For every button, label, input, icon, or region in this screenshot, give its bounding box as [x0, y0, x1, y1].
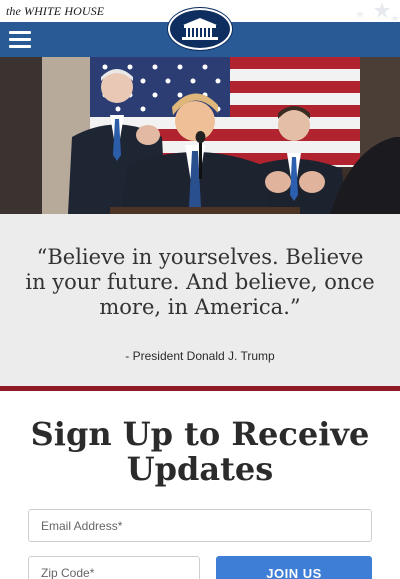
email-field[interactable]	[28, 509, 372, 542]
quote-text: “Believe in yourselves. Believe in your …	[25, 245, 375, 319]
stars-decoration-icon	[356, 2, 399, 22]
quote-section: “Believe in yourselves. Believe in your …	[0, 214, 400, 386]
zip-code-field[interactable]	[28, 556, 200, 579]
hero-photo	[0, 57, 400, 214]
quote-attribution: - President Donald J. Trump	[125, 349, 275, 363]
white-house-seal-icon[interactable]	[168, 8, 232, 50]
hamburger-menu-icon[interactable]	[9, 28, 31, 50]
signup-title: Sign Up to Receive Updates	[30, 415, 370, 488]
president-at-podium-image	[0, 57, 400, 214]
site-wordmark[interactable]: the WHITE HOUSE	[6, 4, 104, 19]
white-house-building-icon	[182, 18, 218, 40]
section-divider	[0, 386, 400, 391]
join-us-button[interactable]: JOIN US	[216, 556, 372, 579]
